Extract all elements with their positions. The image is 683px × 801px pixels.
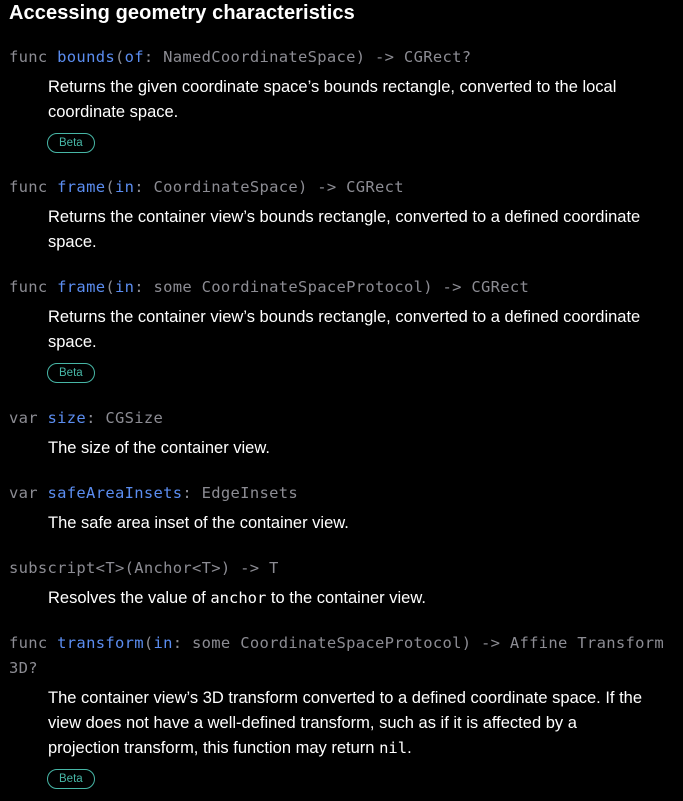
symbol-name: safeAreaInsets [47, 484, 183, 502]
symbol-signature-link[interactable]: func frame(in: some CoordinateSpaceProto… [9, 275, 673, 300]
keyword: func [9, 178, 58, 196]
beta-badge: Beta [47, 133, 95, 153]
symbol-entry-subscript: subscript<T>(Anchor<T>) -> T Resolves th… [9, 556, 673, 611]
symbol-entry-frame: func frame(in: CoordinateSpace) -> CGRec… [9, 175, 673, 255]
signature-rest: : CGSize [86, 409, 164, 427]
symbol-entry-safe-area-insets: var safeAreaInsets: EdgeInsets The safe … [9, 481, 673, 536]
symbol-entry-transform: func transform(in: some CoordinateSpaceP… [9, 631, 673, 789]
param-label: in [114, 278, 135, 296]
symbol-entry-bounds: func bounds(of: NamedCoordinateSpace) ->… [9, 45, 673, 153]
symbol-signature-link[interactable]: subscript<T>(Anchor<T>) -> T [9, 556, 673, 581]
paren: ( [105, 278, 115, 296]
symbol-description: The size of the container view. [48, 439, 270, 457]
symbol-description: The safe area inset of the container vie… [48, 514, 349, 532]
description-text: Resolves the value of [48, 589, 211, 607]
symbol-description: Returns the container view’s bounds rect… [48, 308, 641, 351]
param-label: in [153, 634, 173, 652]
symbol-signature-link[interactable]: func frame(in: CoordinateSpace) -> CGRec… [9, 175, 673, 200]
symbol-entry-frame-protocol: func frame(in: some CoordinateSpaceProto… [9, 275, 673, 383]
keyword: var [9, 409, 48, 427]
paren: ( [105, 178, 115, 196]
symbol-entry-size: var size: CGSize The size of the contain… [9, 406, 673, 461]
symbol-name: size [47, 409, 87, 427]
symbol-name: frame [57, 278, 106, 296]
signature-rest: : EdgeInsets [182, 484, 298, 502]
description-text: . [407, 739, 412, 757]
signature-rest: : some CoordinateSpaceProtocol) -> CGRec… [134, 278, 530, 296]
inline-code: nil [379, 739, 408, 757]
keyword: func [9, 278, 58, 296]
keyword: func [9, 634, 58, 652]
signature-plain: subscript<T>(Anchor<T>) -> T [9, 559, 279, 577]
description-text: to the container view. [266, 589, 426, 607]
symbol-signature-link[interactable]: func transform(in: some CoordinateSpaceP… [9, 631, 673, 681]
symbol-signature-link[interactable]: func bounds(of: NamedCoordinateSpace) ->… [9, 45, 673, 70]
description-text: The container view’s 3D transform conver… [48, 689, 643, 757]
beta-badge: Beta [47, 363, 95, 383]
signature-rest: : CoordinateSpace) -> CGRect [134, 178, 404, 196]
symbol-description: The container view’s 3D transform conver… [48, 686, 648, 761]
inline-code: anchor [210, 589, 267, 607]
beta-badge: Beta [47, 769, 95, 789]
symbol-name: frame [57, 178, 106, 196]
param-label: of [124, 48, 144, 66]
keyword: var [9, 484, 48, 502]
symbol-description: Returns the container view’s bounds rect… [48, 208, 641, 251]
section-title: Accessing geometry characteristics [9, 2, 355, 24]
symbol-description: Resolves the value of anchor to the cont… [48, 586, 648, 611]
signature-rest: : NamedCoordinateSpace) -> CGRect? [143, 48, 472, 66]
symbol-name: bounds [57, 48, 115, 66]
symbol-name: transform [57, 634, 144, 652]
symbol-description: Returns the given coordinate space’s bou… [48, 78, 617, 121]
keyword: func [9, 48, 58, 66]
paren: ( [114, 48, 125, 66]
symbol-signature-link[interactable]: var size: CGSize [9, 406, 673, 431]
param-label: in [114, 178, 135, 196]
paren: ( [143, 634, 154, 652]
symbol-signature-link[interactable]: var safeAreaInsets: EdgeInsets [9, 481, 673, 506]
